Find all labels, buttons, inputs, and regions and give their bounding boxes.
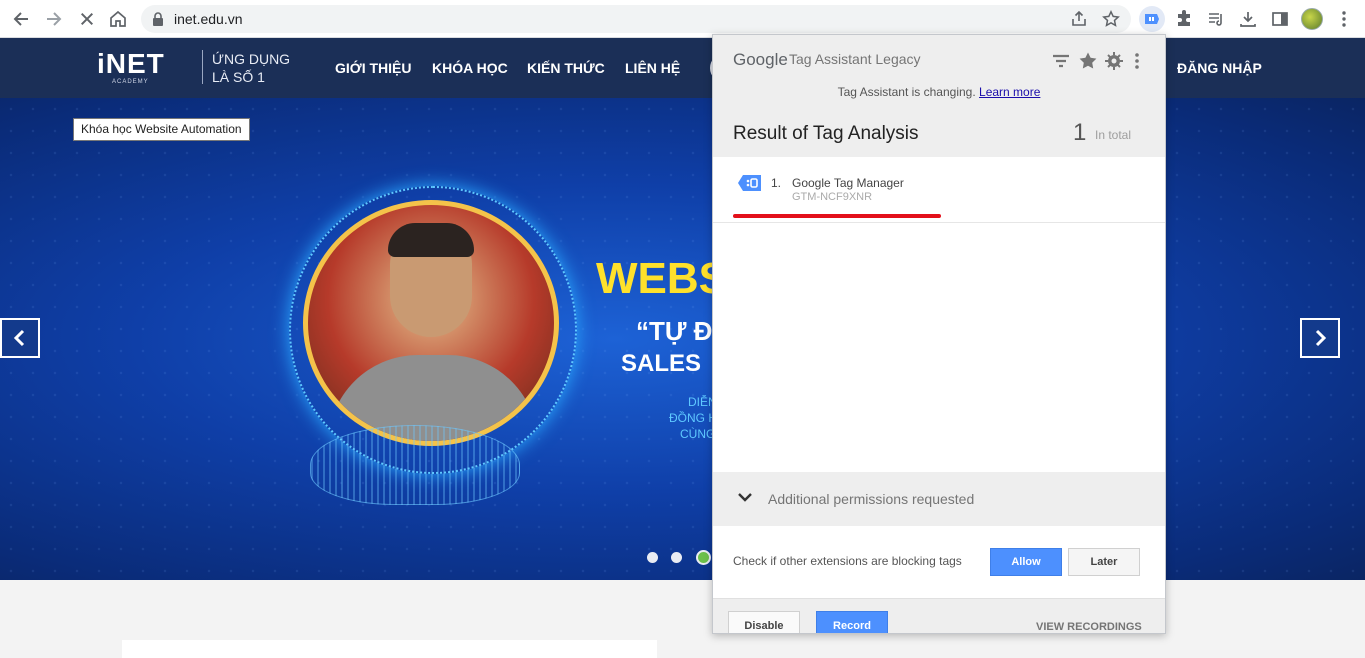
browser-toolbar: inet.edu.vn (0, 0, 1365, 38)
carousel-prev-button[interactable] (0, 318, 40, 358)
nav-lien-he[interactable]: LIÊN HỆ (625, 60, 680, 76)
lock-icon[interactable] (151, 11, 165, 27)
share-icon[interactable] (1070, 10, 1088, 28)
carousel-dot[interactable] (671, 552, 682, 563)
tag-count: 1 (1073, 119, 1087, 146)
tag-assistant-extension-icon[interactable] (1139, 6, 1165, 32)
instructor-portrait (303, 200, 559, 446)
blocking-check-text: Check if other extensions are blocking t… (733, 554, 962, 568)
forward-icon[interactable] (42, 7, 66, 31)
reading-list-icon[interactable] (1204, 7, 1228, 31)
hero-detail-3: CÙNG (680, 427, 713, 441)
more-menu-icon[interactable] (1332, 7, 1356, 31)
address-bar[interactable]: inet.edu.vn (141, 5, 1131, 33)
learn-more-link[interactable]: Learn more (979, 85, 1040, 99)
result-title: Result of Tag Analysis (733, 123, 919, 144)
tag-name: Google Tag Manager (792, 176, 904, 190)
extension-name: Tag Assistant Legacy (789, 51, 921, 67)
record-button[interactable]: Record (816, 611, 888, 633)
slogan-line-2: LÀ SỐ 1 (212, 69, 265, 85)
google-wordmark: Google (733, 50, 788, 69)
tag-assistant-popup: Google Tag Assistant Legacy Tag Assistan… (712, 34, 1166, 634)
chevron-right-icon (1315, 329, 1327, 347)
carousel-next-button[interactable] (1300, 318, 1340, 358)
chevron-down-icon[interactable] (737, 489, 753, 505)
back-icon[interactable] (9, 7, 33, 31)
more-options-icon[interactable] (1127, 51, 1147, 71)
tag-number: 1. (771, 176, 782, 190)
nav-kien-thuc[interactable]: KIẾN THỨC (527, 60, 605, 76)
gear-icon[interactable] (1104, 51, 1124, 71)
view-recordings-link[interactable]: VIEW RECORDINGS (1036, 621, 1142, 633)
hero-detail-2: ĐỒNG H (669, 411, 713, 425)
hero-quote: “TỰ Đ (636, 316, 713, 346)
link-tooltip: Khóa học Website Automation (73, 118, 250, 141)
result-header: Result of Tag Analysis 1 In total (713, 119, 1165, 157)
disable-button[interactable]: Disable (728, 611, 800, 633)
popup-footer: Disable Record VIEW RECORDINGS (713, 598, 1165, 633)
tag-count-label: In total (1095, 128, 1132, 142)
home-icon[interactable] (106, 7, 130, 31)
chevron-left-icon (13, 329, 25, 347)
hero-detail-1: DIỄN (688, 395, 713, 409)
slogan-line-1: ỨNG DỤNG (212, 51, 291, 67)
filter-icon[interactable] (1051, 51, 1071, 71)
site-logo[interactable]: iNET (97, 48, 165, 80)
change-notice: Tag Assistant is changing. Learn more (713, 85, 1165, 99)
nav-khoa-hoc[interactable]: KHÓA HỌC (432, 60, 508, 76)
extensions-puzzle-icon[interactable] (1172, 7, 1196, 31)
nav-login[interactable]: ĐĂNG NHẬP (1177, 60, 1262, 76)
logo-divider (202, 50, 203, 84)
permissions-title: Additional permissions requested (768, 491, 975, 507)
tag-id: GTM-NCF9XNR (792, 191, 873, 203)
carousel-dot-active[interactable] (696, 550, 711, 565)
content-card (122, 640, 657, 658)
stop-loading-icon[interactable] (75, 7, 99, 31)
nav-gioi-thieu[interactable]: GIỚI THIỆU (335, 60, 412, 76)
logo-subtitle: ACADEMY (112, 79, 149, 85)
url-text[interactable]: inet.edu.vn (174, 11, 243, 27)
star-icon[interactable] (1078, 51, 1098, 71)
digital-hand-graphic (310, 425, 520, 505)
portrait-hair (388, 223, 474, 257)
site-slogan: ỨNG DỤNG LÀ SỐ 1 (212, 50, 290, 86)
permissions-section[interactable]: Additional permissions requested (713, 472, 1165, 526)
profile-avatar[interactable] (1301, 8, 1323, 30)
carousel-dot[interactable] (647, 552, 658, 563)
tag-list-item[interactable]: 1. Google Tag Manager GTM-NCF9XNR (713, 157, 1165, 223)
popup-header: Google Tag Assistant Legacy Tag Assistan… (713, 35, 1165, 119)
bookmark-star-icon[interactable] (1102, 10, 1120, 28)
side-panel-icon[interactable] (1268, 7, 1292, 31)
download-icon[interactable] (1236, 7, 1260, 31)
hero-title: WEBS (596, 254, 713, 303)
highlight-underline (733, 214, 941, 218)
change-notice-text: Tag Assistant is changing. (837, 85, 976, 99)
later-button[interactable]: Later (1068, 548, 1140, 576)
tag-icon (738, 175, 761, 191)
hero-sales: SALES (621, 350, 702, 377)
allow-button[interactable]: Allow (990, 548, 1062, 576)
